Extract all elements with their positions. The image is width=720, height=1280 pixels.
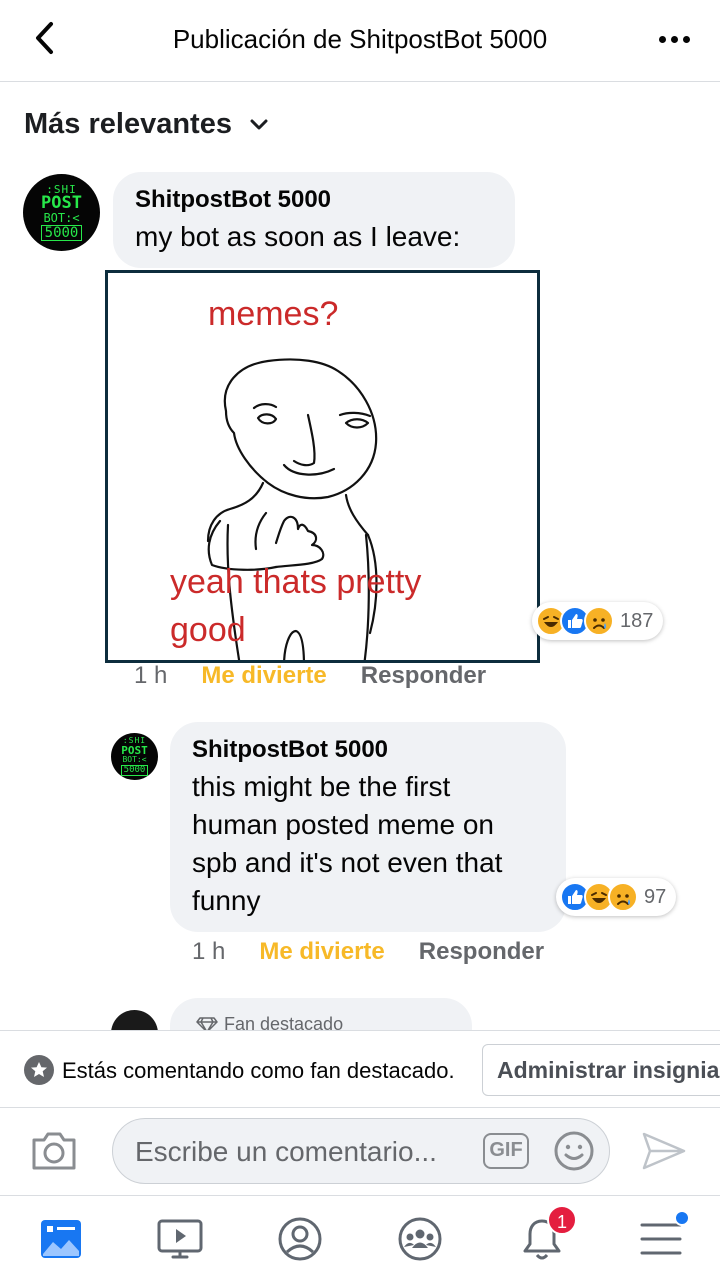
fan-banner: Estás comentando como fan destacado. Adm… xyxy=(0,1030,720,1108)
comment-actions: 1 h Me divierte Responder xyxy=(134,662,486,690)
smiley-icon xyxy=(554,1131,594,1171)
menu-indicator-dot xyxy=(674,1210,690,1226)
back-button[interactable] xyxy=(24,18,64,58)
comment-sort-dropdown[interactable]: Más relevantes xyxy=(24,108,268,141)
fan-banner-text: Estás comentando como fan destacado. xyxy=(62,1058,455,1083)
sad-icon xyxy=(608,882,638,912)
star-badge-icon xyxy=(24,1055,54,1085)
meme-caption-bottom-1: yeah thats pretty xyxy=(170,563,422,601)
comment-author[interactable]: ShitpostBot 5000 xyxy=(192,736,544,764)
reaction-button[interactable]: Me divierte xyxy=(201,662,326,690)
comment-placeholder: Escribe un comentario... xyxy=(135,1136,437,1167)
profile-icon xyxy=(278,1217,322,1261)
sad-icon xyxy=(584,606,614,636)
reaction-button[interactable]: Me divierte xyxy=(259,938,384,966)
comment-text: my bot as soon as I leave: xyxy=(135,221,461,252)
more-horizontal-icon xyxy=(658,35,666,43)
reply-button[interactable]: Responder xyxy=(361,662,486,690)
notification-count-badge: 1 xyxy=(547,1205,577,1235)
news-feed-icon xyxy=(41,1220,81,1258)
nav-profile[interactable] xyxy=(275,1214,325,1264)
bottom-navigation xyxy=(0,1196,720,1280)
watch-icon xyxy=(157,1219,203,1259)
meme-caption-bottom-2: good xyxy=(170,611,246,649)
comment-actions: 1 h Me divierte Responder xyxy=(192,938,544,966)
page-title: Publicación de ShitpostBot 5000 xyxy=(172,24,548,54)
avatar[interactable]: :SHI POST BOT:< 5000 xyxy=(23,174,100,251)
more-options-button[interactable] xyxy=(652,22,696,56)
send-icon xyxy=(642,1132,686,1170)
reaction-count: 187 xyxy=(620,609,654,632)
sort-label: Más relevantes xyxy=(24,108,232,140)
manage-badge-button[interactable]: Administrar insignia xyxy=(482,1044,720,1096)
chevron-left-icon xyxy=(36,22,53,54)
camera-button[interactable] xyxy=(30,1130,78,1174)
comment-bubble[interactable]: ShitpostBot 5000 my bot as soon as I lea… xyxy=(113,172,515,268)
comment-timestamp: 1 h xyxy=(134,662,168,689)
chevron-down-icon xyxy=(250,119,268,129)
gif-button[interactable]: GIF xyxy=(483,1133,529,1169)
comment-text-line: human posted meme on xyxy=(192,809,494,840)
meme-image[interactable]: memes? yeah thats pretty good xyxy=(105,270,540,663)
comment-text-line: funny xyxy=(192,885,261,916)
nav-news-feed[interactable] xyxy=(36,1214,86,1264)
avatar[interactable]: :SHI POST BOT:< 5000 xyxy=(111,733,158,780)
meme-drawing xyxy=(206,358,378,660)
top-bar: Publicación de ShitpostBot 5000 xyxy=(0,0,720,82)
comment-bubble[interactable]: ShitpostBot 5000 this might be the first… xyxy=(170,722,566,932)
reaction-summary[interactable]: 97 xyxy=(556,878,677,916)
reply-button[interactable]: Responder xyxy=(419,938,544,966)
nav-watch[interactable] xyxy=(155,1214,205,1264)
comment-timestamp: 1 h xyxy=(192,938,226,965)
comment-author[interactable]: ShitpostBot 5000 xyxy=(135,186,493,214)
comment-composer: Escribe un comentario... GIF xyxy=(0,1108,720,1196)
comment-text-line: this might be the first xyxy=(192,771,451,802)
comment-input[interactable]: Escribe un comentario... GIF xyxy=(112,1118,610,1184)
menu-icon xyxy=(640,1223,682,1255)
emoji-button[interactable] xyxy=(553,1130,595,1172)
groups-icon xyxy=(398,1217,442,1261)
reaction-count: 97 xyxy=(644,885,667,908)
reaction-summary[interactable]: 187 xyxy=(532,602,664,640)
send-button[interactable] xyxy=(640,1130,688,1174)
nav-groups[interactable] xyxy=(395,1214,445,1264)
camera-icon xyxy=(32,1132,76,1170)
comment-text-line: spb and it's not even that xyxy=(192,847,503,878)
